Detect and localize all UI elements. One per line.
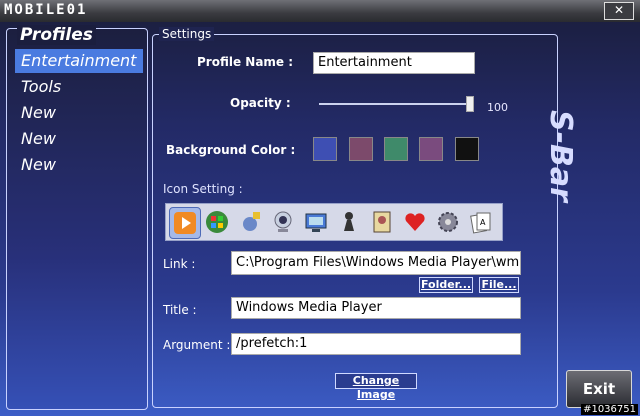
network-icon[interactable] (301, 207, 331, 237)
title-input[interactable]: Windows Media Player (231, 297, 521, 319)
satellite-icon[interactable] (235, 207, 265, 237)
color-swatch-black[interactable] (455, 137, 479, 161)
link-input[interactable]: C:\Program Files\Windows Media Player\wm… (231, 251, 521, 275)
settings-title: Settings (159, 27, 215, 41)
opacity-slider-thumb[interactable] (466, 96, 474, 112)
icon-setting-label: Icon Setting : (163, 182, 243, 196)
link-label: Link : (163, 257, 196, 271)
chess-icon[interactable] (334, 207, 364, 237)
close-button[interactable]: ✕ (604, 2, 634, 20)
file-button[interactable]: File... (479, 277, 519, 293)
opacity-slider-track[interactable] (319, 103, 469, 105)
opacity-value: 100 (487, 101, 508, 114)
change-image-button[interactable]: Change Image (335, 373, 417, 401)
profile-item-new-3[interactable]: New (15, 153, 143, 177)
profile-name-input[interactable]: Entertainment (313, 52, 475, 74)
opacity-label: Opacity : (230, 96, 291, 110)
profile-name-label: Profile Name : (197, 55, 294, 69)
folder-button[interactable]: Folder... (419, 277, 473, 293)
background-color-label: Background Color : (166, 143, 296, 157)
cards-icon[interactable]: A (466, 207, 496, 237)
app-side-title: S-Bar (543, 110, 578, 202)
exit-button[interactable]: Exit (566, 370, 632, 408)
color-swatch-purple[interactable] (419, 137, 443, 161)
title-label: Title : (163, 303, 197, 317)
color-swatch-green[interactable] (384, 137, 408, 161)
hearts-icon[interactable] (400, 207, 430, 237)
argument-input[interactable]: /prefetch:1 (231, 333, 521, 355)
webcam-icon[interactable] (268, 207, 298, 237)
profile-item-new-1[interactable]: New (15, 101, 143, 125)
watermark: #1036751 (581, 404, 638, 415)
color-swatch-blue[interactable] (313, 137, 337, 161)
profiles-title: Profiles (17, 25, 96, 45)
svg-text:A: A (480, 218, 486, 227)
media-player-icon[interactable] (169, 207, 201, 239)
profiles-panel: Profiles Entertainment Tools New New New (6, 25, 148, 410)
color-swatch-mauve[interactable] (349, 137, 373, 161)
gear-icon[interactable] (433, 207, 463, 237)
solitaire-icon[interactable] (367, 207, 397, 237)
profile-item-new-2[interactable]: New (15, 127, 143, 151)
profile-item-entertainment[interactable]: Entertainment (15, 49, 143, 73)
settings-panel: Settings Profile Name : Entertainment Op… (152, 27, 558, 408)
title-bar: MOBILE01 ✕ (0, 0, 640, 22)
profile-item-tools[interactable]: Tools (15, 75, 143, 99)
icon-strip: A (165, 203, 503, 241)
argument-label: Argument : (163, 338, 231, 352)
windows-icon[interactable] (202, 207, 232, 237)
logo: MOBILE01 (4, 2, 88, 18)
